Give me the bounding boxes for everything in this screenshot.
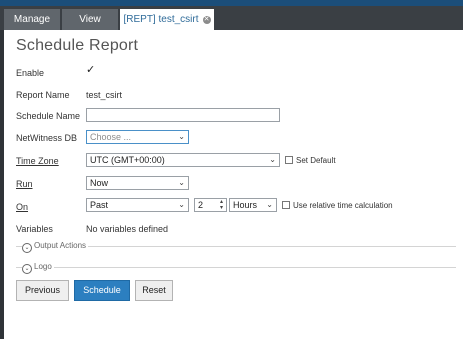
on-count-stepper[interactable]: 2 ▴ ▾ <box>194 198 227 212</box>
chevron-down-icon: ⌄ <box>22 264 32 274</box>
enable-checkbox[interactable]: ✓ <box>86 65 95 76</box>
page-title: Schedule Report <box>16 37 139 54</box>
run-select[interactable]: Now ⌄ <box>86 176 189 190</box>
report-name-label: Report Name <box>16 90 70 100</box>
app-window: Manage View [REPT] test_csirt ✕ Schedule … <box>0 0 463 339</box>
reset-button[interactable]: Reset <box>135 280 173 301</box>
tab-manage[interactable]: Manage <box>4 9 60 30</box>
relative-time-checkbox[interactable] <box>282 201 290 209</box>
netwitness-db-select[interactable]: Choose ... ⌄ <box>86 130 189 144</box>
tab-view[interactable]: View <box>62 9 118 30</box>
chevron-down-icon: ⌄ <box>269 155 276 164</box>
chevron-down-icon: ⌄ <box>178 132 185 141</box>
on-unit-select[interactable]: Hours ⌄ <box>229 198 277 212</box>
logo-toggle[interactable]: ⌄ Logo <box>22 262 54 274</box>
previous-button[interactable]: Previous <box>16 280 69 301</box>
report-name-value: test_csirt <box>86 90 123 100</box>
chevron-down-icon: ⌄ <box>178 200 185 209</box>
tab-manage-label: Manage <box>13 14 51 25</box>
chevron-down-icon: ⌄ <box>22 243 32 253</box>
on-label: On <box>16 202 29 212</box>
variables-label: Variables <box>16 224 53 234</box>
tab-report[interactable]: [REPT] test_csirt ✕ <box>120 9 214 30</box>
relative-time-label: Use relative time calculation <box>293 201 393 210</box>
output-actions-title: Output Actions <box>34 241 87 250</box>
time-zone-label: Time Zone <box>16 156 59 166</box>
chevron-down-icon: ⌄ <box>266 200 273 209</box>
time-zone-select[interactable]: UTC (GMT+00:00) ⌄ <box>86 153 280 167</box>
stepper-arrows-icon[interactable]: ▴ ▾ <box>220 199 223 211</box>
chevron-down-icon: ⌄ <box>178 178 185 187</box>
tab-report-label: [REPT] test_csirt <box>123 14 199 25</box>
schedule-button[interactable]: Schedule <box>74 280 130 301</box>
on-unit-value: Hours <box>233 200 258 210</box>
logo-title: Logo <box>34 262 52 271</box>
tab-bar: Manage View [REPT] test_csirt ✕ <box>0 6 463 30</box>
schedule-report-panel: Schedule Report Enable ✓ Report Name tes… <box>4 30 463 339</box>
run-label: Run <box>16 179 33 189</box>
netwitness-db-placeholder: Choose ... <box>90 132 132 142</box>
output-actions-toggle[interactable]: ⌄ Output Actions <box>22 241 89 253</box>
schedule-name-input[interactable] <box>86 108 280 122</box>
enable-label: Enable <box>16 68 45 78</box>
run-value: Now <box>90 178 109 188</box>
close-icon[interactable]: ✕ <box>202 16 211 24</box>
logo-divider <box>16 267 456 268</box>
on-range-value: Past <box>90 200 109 210</box>
set-default-label: Set Default <box>296 156 336 165</box>
on-range-select[interactable]: Past ⌄ <box>86 198 189 212</box>
schedule-name-label: Schedule Name <box>16 111 81 121</box>
variables-value: No variables defined <box>86 224 169 234</box>
netwitness-db-label: NetWitness DB <box>16 133 78 143</box>
on-count-value: 2 <box>198 200 204 210</box>
set-default-checkbox[interactable] <box>285 156 293 164</box>
tab-view-label: View <box>79 14 101 25</box>
time-zone-value: UTC (GMT+00:00) <box>90 155 165 165</box>
